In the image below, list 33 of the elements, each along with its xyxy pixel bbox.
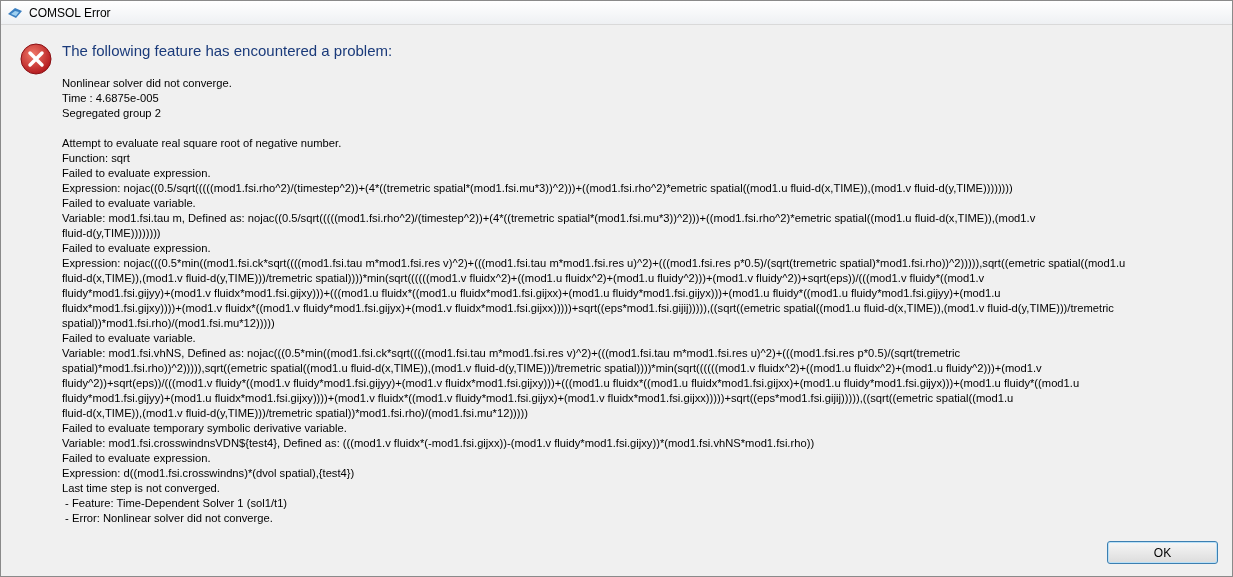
message-line: fluidx*mod1.fsi.gijxy))))+(mod1.v fluidx*((mod1.v fluidy*mod1.fsi.gijyx)+(mod1.v fluidx*mod1.fsi.gijxx)))))+sqrt((eps*mod1.fsi.gijij))))),((sqrt((emetric spatial((mod1.u fluid-d(x,TIME)),(mod1.v fluid-d(y,TIME)))/tremetric <box>62 301 1115 316</box>
error-icon <box>20 43 52 75</box>
message-line: Failed to evaluate temporary symbolic derivative variable. <box>62 421 348 436</box>
message-line: fluidy*mod1.fsi.gijyy)+(mod1.u fluidx*mod1.fsi.gijxy))))+(mod1.v fluidx*((mod1.v fluidy*mod1.fsi.gijyx)+(mod1.v fluidx*mod1.fsi.gijxx)))))+sqrt((eps*mod1.fsi.gijij))))),((sqrt((emetric spatial((mod1.u <box>62 391 1015 406</box>
message-line: Function: sqrt <box>62 151 131 166</box>
message-line: Segregated group 2 <box>62 106 162 121</box>
message-line: fluidy^2))+sqrt(eps))/(((mod1.v fluidy*((mod1.v fluidy*mod1.fsi.gijyy)+(mod1.v fluidx*mod1.fsi.gijxy)))+(((mod1.u fluidx*((mod1.u fluidx*mod1.fsi.gijxx)+(mod1.u fluidy*mod1.fsi.gijyx)))+(mod1.u fluidy*((mod1.u <box>62 376 1081 391</box>
message-line: fluid-d(y,TIME)))))))) <box>62 226 162 241</box>
message-line: Failed to evaluate expression. <box>62 451 212 466</box>
window-title: COMSOL Error <box>29 5 111 20</box>
message-line: spatial))*mod1.fsi.rho)/(mod1.fsi.mu*12))))) <box>62 316 276 331</box>
ok-button[interactable]: OK <box>1107 541 1218 564</box>
error-heading: The following feature has encountered a problem: <box>62 42 394 61</box>
message-line: Failed to evaluate expression. <box>62 241 212 256</box>
message-line: Time : 4.6875e-005 <box>62 91 160 106</box>
message-line: Expression: d((mod1.fsi.crosswindns)*(dvol spatial),{test4}) <box>62 466 356 481</box>
message-line: Variable: mod1.fsi.tau m, Defined as: nojac((0.5/sqrt(((((mod1.fsi.rho^2)/(timestep^2))+(4*((tremetric spatial*(mod1.fsi.mu*3))^2)))+((mod1.fsi.rho^2)*emetric spatial((mod1.u fluid-d(x,TIME)),(mod1.v <box>62 211 1037 226</box>
message-line: - Error: Nonlinear solver did not converge. <box>64 511 274 526</box>
message-line: - Feature: Time-Dependent Solver 1 (sol1/t1) <box>64 496 289 511</box>
message-line: fluidy*mod1.fsi.gijyy)+(mod1.v fluidx*mod1.fsi.gijxy)))+(((mod1.u fluidx*((mod1.u fluidx*mod1.fsi.gijxx)+(mod1.u fluidy*mod1.fsi.gijyx)))+(mod1.u fluidy*((mod1.u fluidy*mod1.fsi.gijyy)+(mod1.u <box>62 286 1002 301</box>
message-line: Failed to evaluate variable. <box>62 196 197 211</box>
message-line: Last time step is not converged. <box>62 481 221 496</box>
message-line: fluid-d(x,TIME)),(mod1.v fluid-d(y,TIME)))/tremetric spatial))*mod1.fsi.rho)/(mod1.fsi.mu*12))))) <box>62 406 529 421</box>
message-line: Failed to evaluate variable. <box>62 331 197 346</box>
message-line: fluid-d(x,TIME)),(mod1.v fluid-d(y,TIME)))/tremetric spatial))))*min(sqrt((((((mod1.v fluidx^2)+((mod1.u fluidx^2)+(mod1.u fluidy^2)))+(mod1.v fluidy^2))+sqrt(eps))/(((mod1.v fluidy*((mod1.v <box>62 271 986 286</box>
message-line: Expression: nojac((0.5/sqrt(((((mod1.fsi.rho^2)/(timestep^2))+(4*((tremetric spatial*(mod1.fsi.mu*3))^2)))+((mod1.fsi.rho^2)*emetric spatial((mod1.u fluid-d(x,TIME)),(mod1.v fluid-d(y,TIME)))))))) <box>62 181 1014 196</box>
message-line: Expression: nojac(((0.5*min((mod1.fsi.ck*sqrt((((mod1.fsi.tau m*mod1.fsi.res v)^2)+(((mod1.fsi.tau m*mod1.fsi.res u)^2)+(((mod1.fsi.res p*0.5)/(sqrt(tremetric spatial)*mod1.fsi.rho))^2))))),sqrt((emetric spatial((mod1.u <box>62 256 1126 271</box>
message-line: Variable: mod1.fsi.vhNS, Defined as: nojac(((0.5*min((mod1.fsi.ck*sqrt((((mod1.fsi.tau m*mod1.fsi.res v)^2)+(((mod1.fsi.tau m*mod1.fsi.res u)^2)+(((mod1.fsi.res p*0.5)/(sqrt(tremetric <box>62 346 962 361</box>
message-line: Nonlinear solver did not converge. <box>62 76 233 91</box>
message-line: Variable: mod1.fsi.crosswindnsVDN${test4}, Defined as: (((mod1.v fluidx*(-mod1.fsi.gijxx))-(mod1.v fluidy*mod1.fsi.gijxy))*(mod1.fsi.vhNS*mod1.fsi.rho)) <box>62 436 816 451</box>
message-line: Attempt to evaluate real square root of negative number. <box>62 136 343 151</box>
message-line: Failed to evaluate expression. <box>62 166 212 181</box>
message-line: spatial)*mod1.fsi.rho))^2))))),sqrt((emetric spatial((mod1.u fluid-d(x,TIME)),(mod1.v fluid-d(y,TIME)))/tremetric spatial))))*min(sqrt((((((mod1.v fluidx^2)+((mod1.u fluidx^2)+(mod1.u fluidy^2)))+(mod1.v <box>62 361 1043 376</box>
